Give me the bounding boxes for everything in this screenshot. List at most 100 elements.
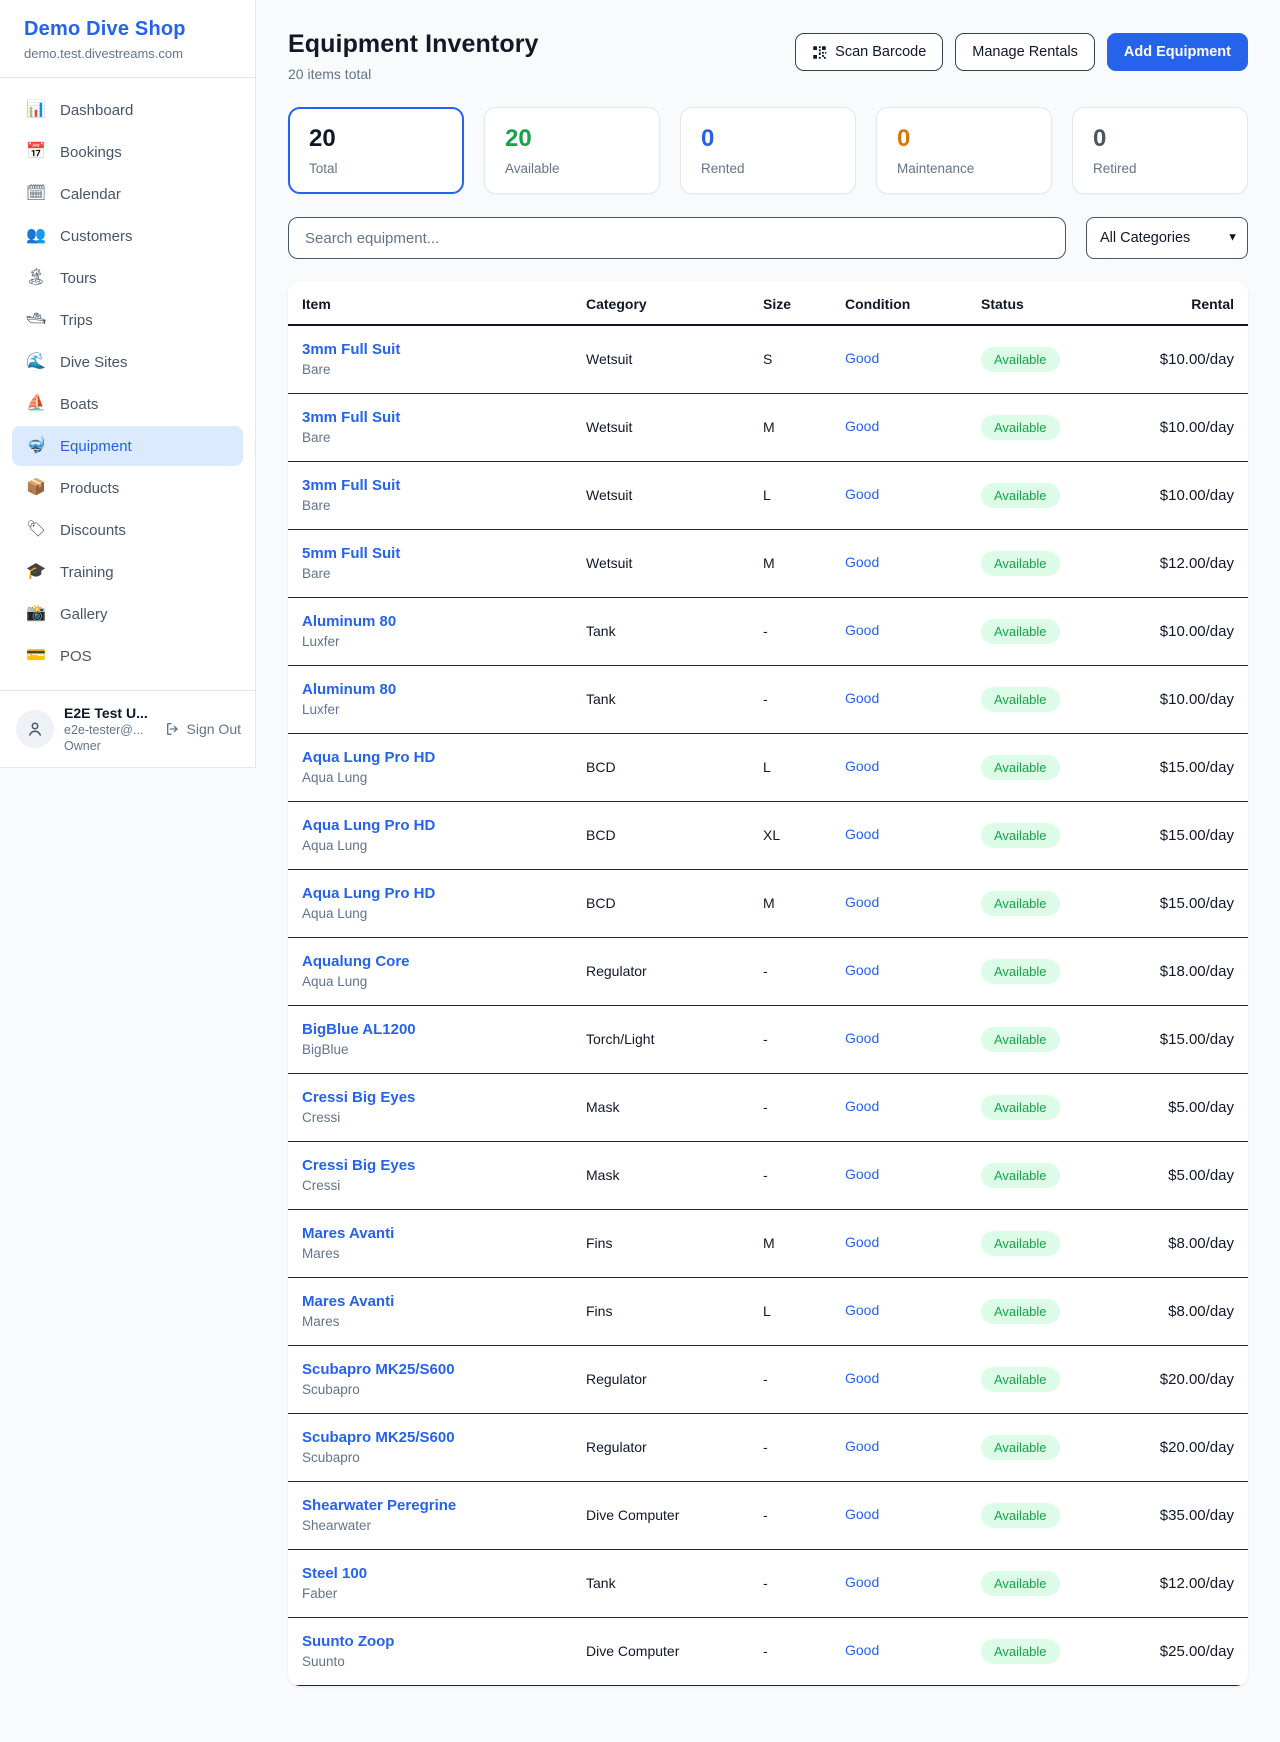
category-select-wrap: All Categories ▼ [1086,217,1248,259]
condition-link[interactable]: Good [845,350,879,366]
sign-out-icon [165,721,181,737]
item-name-link[interactable]: Shearwater Peregrine [302,1497,558,1514]
condition-link[interactable]: Good [845,1438,879,1454]
item-name-link[interactable]: Cressi Big Eyes [302,1157,558,1174]
column-header-item[interactable]: Item [288,281,572,325]
stat-card[interactable]: 0 Retired [1072,107,1248,194]
brand-title: Demo Dive Shop [24,18,231,41]
item-rental-rate: $15.00/day [1127,801,1248,869]
item-name-link[interactable]: Aqua Lung Pro HD [302,817,558,834]
condition-link[interactable]: Good [845,1302,879,1318]
item-name-link[interactable]: 3mm Full Suit [302,341,558,358]
item-category: Wetsuit [572,461,749,529]
item-name-link[interactable]: Aqua Lung Pro HD [302,749,558,766]
status-badge: Available [981,1571,1060,1596]
item-name-link[interactable]: Mares Avanti [302,1293,558,1310]
condition-link[interactable]: Good [845,690,879,706]
sidebar-item-training[interactable]: 🎓 Training [12,552,243,592]
stat-card[interactable]: 0 Rented [680,107,856,194]
item-name-link[interactable]: Aluminum 80 [302,613,558,630]
item-category: Tank [572,1549,749,1617]
item-name-link[interactable]: Aqualung Core [302,953,558,970]
item-size: L [749,1277,831,1345]
column-header-condition[interactable]: Condition [831,281,967,325]
sidebar-item-label: Bookings [60,144,122,161]
item-name-link[interactable]: Suunto Zoop [302,1633,558,1650]
sidebar-item-customers[interactable]: 👥 Customers [12,216,243,256]
condition-link[interactable]: Good [845,962,879,978]
sidebar-item-calendar[interactable]: 🗓 Calendar [12,174,243,214]
status-badge: Available [981,891,1060,916]
stat-card[interactable]: 20 Available [484,107,660,194]
condition-link[interactable]: Good [845,418,879,434]
item-size: - [749,1345,831,1413]
sidebar-item-discounts[interactable]: 🏷 Discounts [12,510,243,550]
page-header: Equipment Inventory 20 items total Scan … [288,30,1248,82]
item-name-link[interactable]: Steel 100 [302,1565,558,1582]
condition-link[interactable]: Good [845,554,879,570]
filter-row: All Categories ▼ [288,217,1248,259]
stat-card[interactable]: 0 Maintenance [876,107,1052,194]
search-input[interactable] [288,217,1066,259]
category-select[interactable]: All Categories [1086,217,1248,259]
condition-link[interactable]: Good [845,1166,879,1182]
item-name-link[interactable]: Aqua Lung Pro HD [302,885,558,902]
sidebar-item-equipment[interactable]: 🤿 Equipment [12,426,243,466]
nav-icon: 🛥 [25,312,47,328]
condition-link[interactable]: Good [845,1098,879,1114]
item-size: S [749,325,831,393]
nav-icon: 👥 [25,228,47,244]
sidebar-item-gallery[interactable]: 📸 Gallery [12,594,243,634]
condition-link[interactable]: Good [845,1574,879,1590]
add-equipment-label: Add Equipment [1124,44,1231,60]
nav-icon: 🤿 [25,438,47,454]
item-name-link[interactable]: BigBlue AL1200 [302,1021,558,1038]
item-name-link[interactable]: Cressi Big Eyes [302,1089,558,1106]
sidebar-item-boats[interactable]: ⛵ Boats [12,384,243,424]
sidebar-item-dive-sites[interactable]: 🌊 Dive Sites [12,342,243,382]
item-category: BCD [572,869,749,937]
header-actions: Scan Barcode Manage Rentals Add Equipmen… [795,30,1248,71]
nav-icon: 📊 [25,102,47,118]
table-header: Item Category Size Condition Status Rent… [288,281,1248,325]
item-name-link[interactable]: 3mm Full Suit [302,477,558,494]
sidebar-item-dashboard[interactable]: 📊 Dashboard [12,90,243,130]
condition-link[interactable]: Good [845,758,879,774]
add-equipment-button[interactable]: Add Equipment [1107,33,1248,71]
item-name-link[interactable]: Aluminum 80 [302,681,558,698]
sidebar-item-trips[interactable]: 🛥 Trips [12,300,243,340]
column-header-status[interactable]: Status [967,281,1127,325]
condition-link[interactable]: Good [845,1370,879,1386]
condition-link[interactable]: Good [845,1030,879,1046]
condition-link[interactable]: Good [845,486,879,502]
condition-link[interactable]: Good [845,894,879,910]
condition-link[interactable]: Good [845,1642,879,1658]
item-name-link[interactable]: Scubapro MK25/S600 [302,1361,558,1378]
scan-barcode-button[interactable]: Scan Barcode [795,33,943,71]
condition-link[interactable]: Good [845,1506,879,1522]
sidebar-item-products[interactable]: 📦 Products [12,468,243,508]
stat-card[interactable]: 20 Total [288,107,464,194]
nav-icon: 🏝 [25,270,47,286]
sidebar-header: Demo Dive Shop demo.test.divestreams.com [0,0,255,78]
sidebar-item-label: Products [60,480,119,497]
item-name-link[interactable]: 5mm Full Suit [302,545,558,562]
condition-link[interactable]: Good [845,1234,879,1250]
item-name-link[interactable]: Scubapro MK25/S600 [302,1429,558,1446]
user-meta: E2E Test U... e2e-tester@... Owner [64,705,148,753]
item-name-link[interactable]: Mares Avanti [302,1225,558,1242]
column-header-rental[interactable]: Rental [1127,281,1248,325]
column-header-size[interactable]: Size [749,281,831,325]
item-category: Mask [572,1073,749,1141]
sidebar-item-tours[interactable]: 🏝 Tours [12,258,243,298]
sign-out-button[interactable]: Sign Out [165,721,241,737]
manage-rentals-button[interactable]: Manage Rentals [955,33,1095,71]
table-row: 3mm Full Suit Bare Wetsuit L Good Availa… [288,461,1248,529]
column-header-category[interactable]: Category [572,281,749,325]
condition-link[interactable]: Good [845,622,879,638]
sidebar-item-pos[interactable]: 💳 POS [12,636,243,676]
item-name-link[interactable]: 3mm Full Suit [302,409,558,426]
condition-link[interactable]: Good [845,826,879,842]
sidebar-item-bookings[interactable]: 📅 Bookings [12,132,243,172]
item-brand: Scubapro [302,1382,558,1397]
